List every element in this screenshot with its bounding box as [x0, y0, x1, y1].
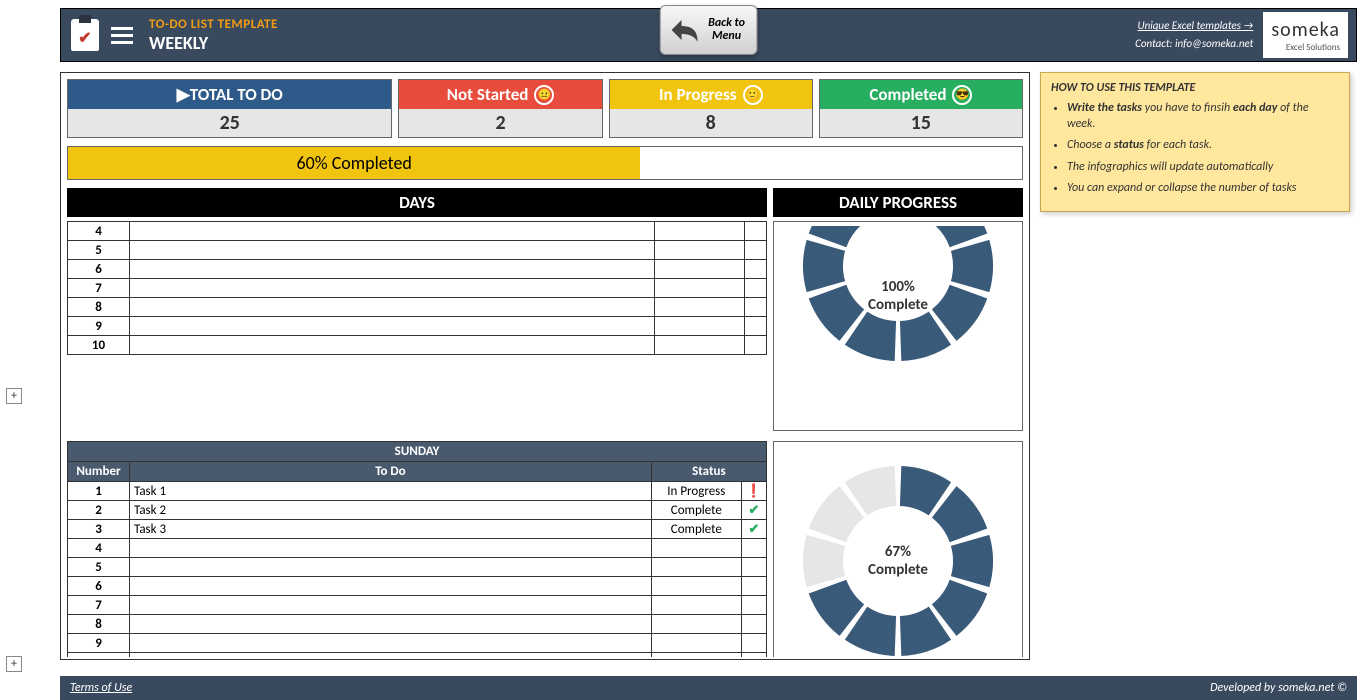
table-row[interactable]: 7 [68, 279, 767, 298]
logo: someka Excel Solutions [1263, 12, 1348, 58]
clipboard-icon: ✔ [71, 19, 99, 51]
table-row[interactable]: 5 [68, 241, 767, 260]
terms-link[interactable]: Terms of Use [70, 681, 132, 695]
template-name: TO-DO LIST TEMPLATE [149, 17, 278, 32]
table-row[interactable]: 10 [68, 336, 767, 355]
stat-total: ▶TOTAL TO DO 25 [67, 79, 392, 138]
table-row[interactable]: 8 [68, 298, 767, 317]
back-to-menu-button[interactable]: Back toMenu [659, 5, 758, 55]
tip-item: The infographics will update automatical… [1067, 160, 1339, 176]
table-row[interactable]: 5 [68, 558, 767, 577]
face-neutral-icon: 😐 [534, 85, 554, 105]
tips-panel: HOW TO USE THIS TEMPLATE Write the tasks… [1040, 72, 1350, 212]
table-row[interactable]: 6 [68, 577, 767, 596]
tip-item: Choose a status for each task. [1067, 138, 1339, 154]
title-bar: ✔ TO-DO LIST TEMPLATE WEEKLY Back toMenu… [60, 8, 1357, 62]
day-table-prev: 45678910 [67, 221, 767, 355]
table-row[interactable]: 4 [68, 539, 767, 558]
donut-label: 100%Complete [868, 278, 928, 314]
check-icon: ✔ [748, 503, 759, 518]
developer-text: Developed by someka.net © [1210, 681, 1347, 695]
stat-completed: Completed 😎 15 [819, 79, 1023, 138]
check-icon: ✔ [748, 522, 759, 537]
stat-in-progress: In Progress 🙂 8 [609, 79, 813, 138]
donut-label: 67%Complete [868, 543, 928, 579]
day-title: SUNDAY [68, 442, 767, 462]
stat-not-started: Not Started 😐 2 [398, 79, 602, 138]
back-arrow-icon [668, 14, 700, 46]
days-header: DAYS [67, 188, 767, 217]
main-panel: ▶TOTAL TO DO 25 Not Started 😐 2 In Progr… [60, 72, 1030, 660]
warning-icon: ❗ [746, 484, 762, 499]
table-row[interactable]: 9 [68, 634, 767, 653]
table-row[interactable]: 4 [68, 222, 767, 241]
table-row[interactable]: 7 [68, 596, 767, 615]
daily-progress-header: DAILY PROGRESS [773, 188, 1023, 217]
face-grin-icon: 😎 [952, 85, 972, 105]
tips-title: HOW TO USE THIS TEMPLATE [1051, 81, 1339, 95]
donut-sunday: 67%Complete [773, 441, 1023, 657]
footer-bar: Terms of Use Developed by someka.net © [60, 676, 1357, 700]
donut-saturday: 100%Complete [773, 221, 1023, 431]
contact-text: Contact: info@someka.net [1135, 35, 1253, 53]
day-table-sunday[interactable]: SUNDAY Number To Do Status 1Task 1In Pro… [67, 441, 767, 657]
view-name: WEEKLY [149, 32, 278, 54]
table-row[interactable]: 9 [68, 317, 767, 336]
table-row[interactable]: 1Task 1In Progress❗ [68, 482, 767, 501]
table-row[interactable]: 3Task 3Complete✔ [68, 520, 767, 539]
expand-group-button[interactable]: + [6, 388, 22, 404]
tip-item: You can expand or collapse the number of… [1067, 181, 1339, 197]
face-smile-icon: 🙂 [743, 85, 763, 105]
hamburger-icon[interactable] [111, 27, 133, 44]
templates-link[interactable]: Unique Excel templates → [1138, 19, 1254, 32]
table-row[interactable]: 2Task 2Complete✔ [68, 501, 767, 520]
table-row[interactable]: 6 [68, 260, 767, 279]
tip-item: Write the tasks you have to finsih each … [1067, 101, 1339, 132]
table-row[interactable]: 8 [68, 615, 767, 634]
table-row[interactable]: 10 [68, 653, 767, 658]
expand-group-button[interactable]: + [6, 656, 22, 672]
overall-progress-bar: 60% Completed [67, 146, 1023, 180]
